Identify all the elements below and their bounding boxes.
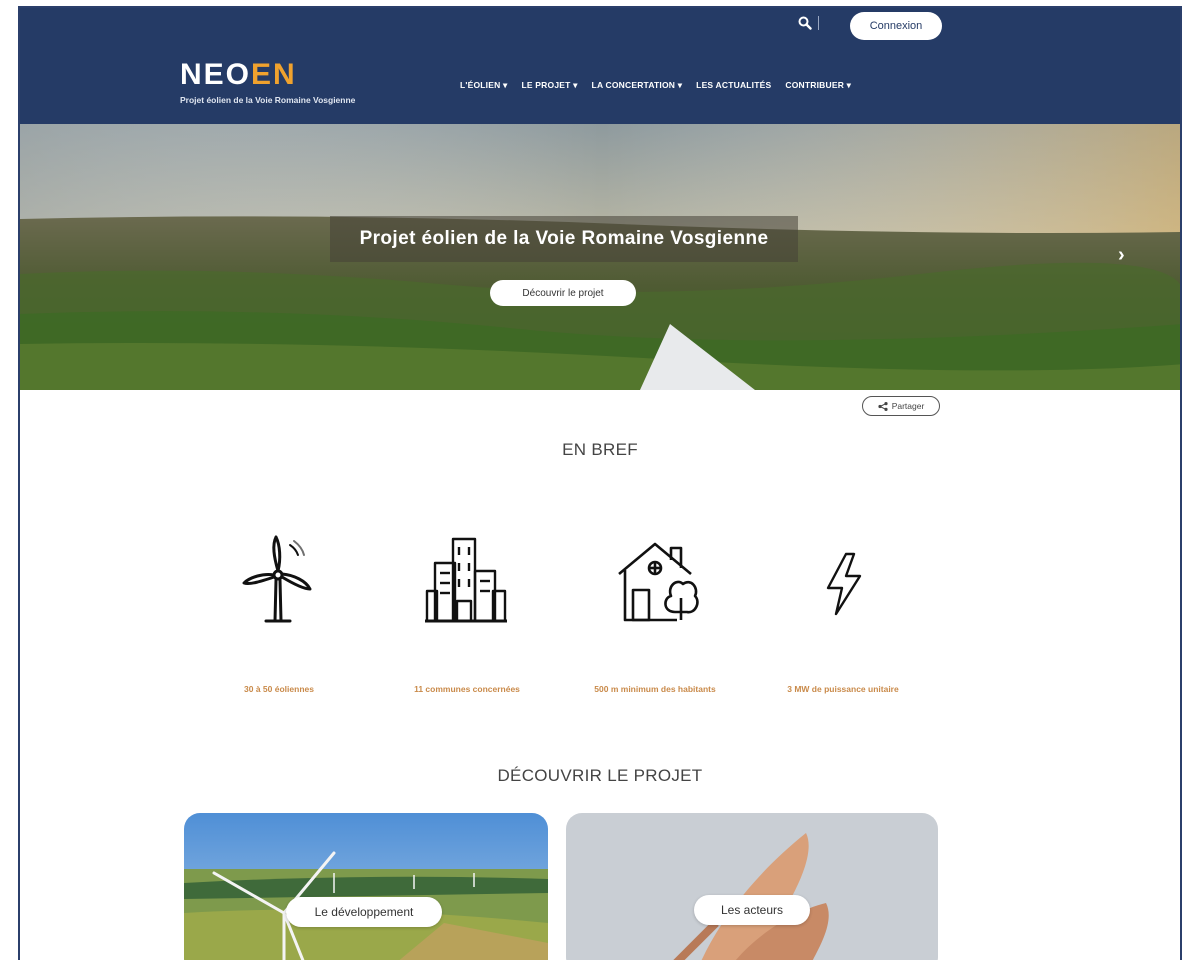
- actors-card-image: [566, 813, 938, 960]
- browser-page: Connexion NEOEN Projet éolien de la Voie…: [18, 6, 1182, 960]
- nav-item-projet[interactable]: LE PROJET ▾: [521, 80, 577, 91]
- fact-label-power: 3 MW de puissance unitaire: [787, 684, 899, 694]
- main-nav: L'ÉOLIEN ▾ LE PROJET ▾ LA CONCERTATION ▾…: [460, 80, 851, 91]
- discover-project-button[interactable]: Découvrir le projet: [490, 280, 636, 306]
- buildings-icon: [425, 537, 507, 623]
- fact-distance: [568, 538, 748, 622]
- actors-button[interactable]: Les acteurs: [694, 895, 810, 925]
- search-icon[interactable]: [798, 16, 812, 30]
- nav-item-eolien[interactable]: L'ÉOLIEN ▾: [460, 80, 507, 91]
- card-development[interactable]: Le développement: [184, 813, 548, 960]
- discover-project-title: DÉCOUVRIR LE PROJET: [497, 766, 703, 785]
- logo-subtitle: Projet éolien de la Voie Romaine Vosgien…: [180, 95, 356, 105]
- chevron-right-icon[interactable]: ›: [1118, 244, 1125, 267]
- fact-power: [754, 552, 934, 616]
- site-logo[interactable]: NEOEN Projet éolien de la Voie Romaine V…: [180, 58, 356, 106]
- development-button[interactable]: Le développement: [286, 897, 442, 927]
- card-actors[interactable]: Les acteurs: [566, 813, 938, 960]
- fact-label-turbines: 30 à 50 éoliennes: [244, 684, 314, 694]
- fact-turbines: [188, 533, 368, 625]
- hero-title: Projet éolien de la Voie Romaine Vosgien…: [330, 216, 798, 262]
- wind-turbine-icon: [242, 535, 312, 623]
- nav-item-actualites[interactable]: LES ACTUALITÉS: [696, 80, 771, 91]
- house-tree-icon: [618, 542, 699, 622]
- fact-label-communes: 11 communes concernées: [414, 684, 520, 694]
- nav-item-contribuer[interactable]: CONTRIBUER ▾: [785, 80, 851, 91]
- login-button[interactable]: Connexion: [850, 12, 942, 40]
- nav-item-concertation[interactable]: LA CONCERTATION ▾: [592, 80, 683, 91]
- share-icon: [878, 401, 888, 411]
- share-button[interactable]: Partager: [862, 396, 940, 416]
- share-label: Partager: [891, 401, 925, 411]
- header-separator: [818, 16, 819, 30]
- logo-wordmark: NEOEN: [180, 58, 297, 91]
- fact-communes: [376, 535, 556, 623]
- en-bref-title: EN BREF: [562, 440, 638, 459]
- hero-banner: Projet éolien de la Voie Romaine Vosgien…: [20, 124, 1180, 390]
- lightning-icon: [826, 552, 862, 616]
- development-card-image: [184, 813, 548, 960]
- fact-label-distance: 500 m minimum des habitants: [594, 684, 716, 694]
- search-area[interactable]: [798, 16, 819, 30]
- site-header: Connexion NEOEN Projet éolien de la Voie…: [20, 8, 1180, 124]
